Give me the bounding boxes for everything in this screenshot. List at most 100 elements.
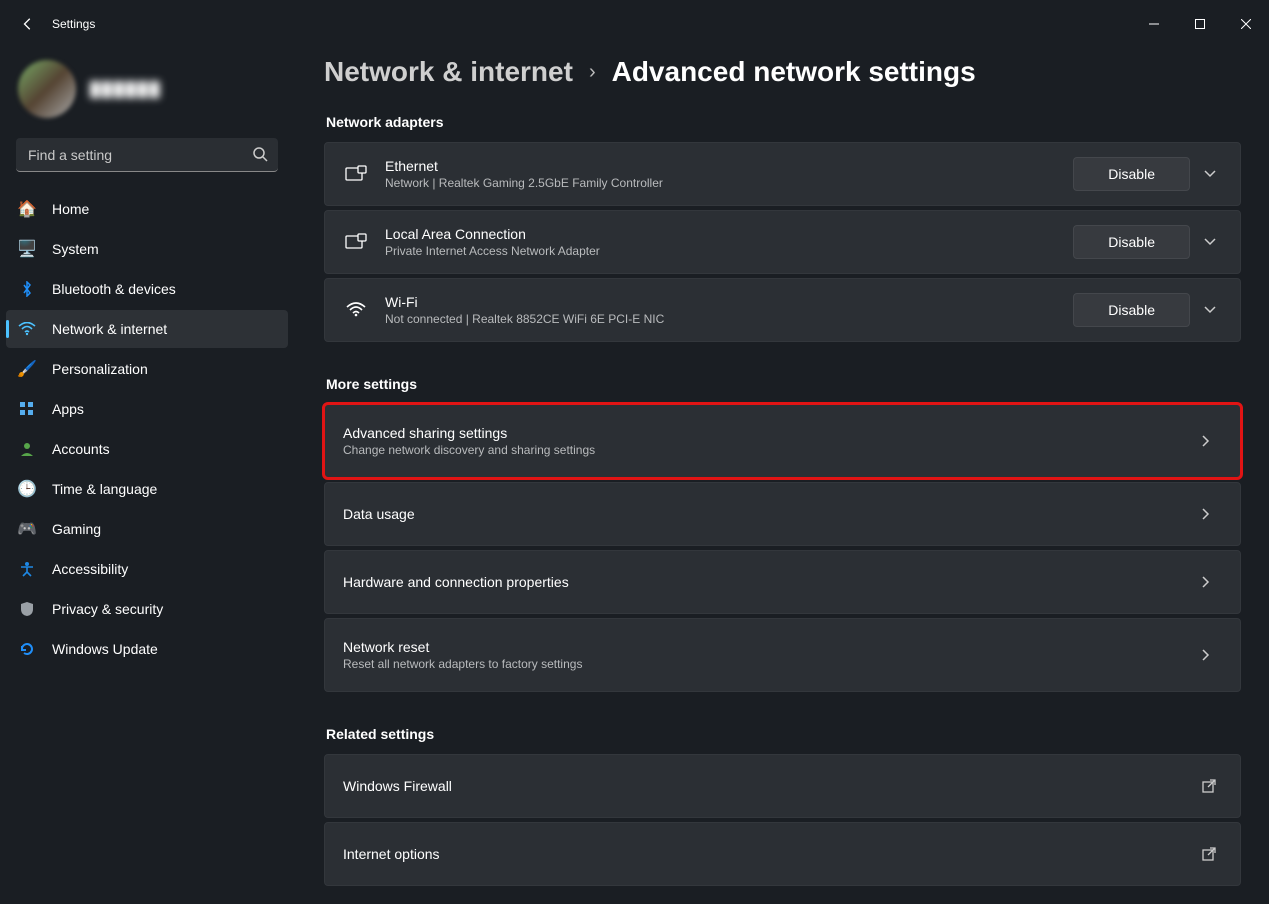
sidebar-item-privacy[interactable]: Privacy & security	[6, 590, 288, 628]
gamepad-icon: 🎮	[18, 520, 36, 538]
sidebar-item-personalization[interactable]: 🖌️ Personalization	[6, 350, 288, 388]
avatar	[18, 60, 76, 118]
chevron-down-icon[interactable]	[1204, 238, 1224, 246]
adapter-title: Ethernet	[385, 158, 1073, 174]
wifi-icon	[18, 320, 36, 338]
related-item-firewall[interactable]: Windows Firewall	[324, 754, 1241, 818]
more-item-subtitle: Change network discovery and sharing set…	[343, 443, 1202, 457]
disable-button[interactable]: Disable	[1073, 293, 1190, 327]
sidebar-item-label: Windows Update	[52, 641, 158, 657]
more-item-network-reset[interactable]: Network reset Reset all network adapters…	[324, 618, 1241, 692]
breadcrumb: Network & internet › Advanced network se…	[324, 56, 1241, 88]
sidebar: ██████ 🏠 Home 🖥️ System Bluetooth & devi…	[0, 48, 300, 904]
chevron-right-icon: ›	[589, 61, 596, 84]
adapter-title: Local Area Connection	[385, 226, 1073, 242]
sidebar-item-accounts[interactable]: Accounts	[6, 430, 288, 468]
wifi-icon	[341, 302, 371, 318]
chevron-down-icon[interactable]	[1204, 170, 1224, 178]
related-item-title: Internet options	[343, 846, 1202, 862]
more-item-advanced-sharing[interactable]: Advanced sharing settings Change network…	[324, 404, 1241, 478]
maximize-button[interactable]	[1177, 8, 1223, 40]
open-external-icon	[1202, 847, 1222, 861]
search-icon	[252, 146, 268, 162]
accessibility-icon	[18, 560, 36, 578]
main-content: Network & internet › Advanced network se…	[300, 48, 1269, 904]
back-button[interactable]	[8, 4, 48, 44]
maximize-icon	[1195, 19, 1205, 29]
close-button[interactable]	[1223, 8, 1269, 40]
person-icon	[18, 440, 36, 458]
sidebar-item-label: Accessibility	[52, 561, 128, 577]
sidebar-item-system[interactable]: 🖥️ System	[6, 230, 288, 268]
bluetooth-icon	[18, 280, 36, 298]
adapter-card-ethernet[interactable]: Ethernet Network | Realtek Gaming 2.5GbE…	[324, 142, 1241, 206]
sidebar-item-label: Gaming	[52, 521, 101, 537]
sidebar-nav: 🏠 Home 🖥️ System Bluetooth & devices Net…	[6, 190, 288, 668]
system-icon: 🖥️	[18, 240, 36, 258]
open-external-icon	[1202, 779, 1222, 793]
adapter-card-lan[interactable]: Local Area Connection Private Internet A…	[324, 210, 1241, 274]
sidebar-item-label: Privacy & security	[52, 601, 163, 617]
sidebar-item-apps[interactable]: Apps	[6, 390, 288, 428]
adapter-card-wifi[interactable]: Wi-Fi Not connected | Realtek 8852CE WiF…	[324, 278, 1241, 342]
sidebar-item-gaming[interactable]: 🎮 Gaming	[6, 510, 288, 548]
adapter-subtitle: Private Internet Access Network Adapter	[385, 244, 1073, 258]
page-title: Advanced network settings	[612, 56, 976, 88]
adapter-subtitle: Network | Realtek Gaming 2.5GbE Family C…	[385, 176, 1073, 190]
sidebar-item-accessibility[interactable]: Accessibility	[6, 550, 288, 588]
sidebar-item-label: Home	[52, 201, 89, 217]
more-item-hardware-properties[interactable]: Hardware and connection properties	[324, 550, 1241, 614]
apps-icon	[18, 400, 36, 418]
update-icon	[18, 640, 36, 658]
close-icon	[1241, 19, 1251, 29]
chevron-right-icon	[1202, 435, 1222, 447]
arrow-left-icon	[21, 17, 35, 31]
chevron-right-icon	[1202, 508, 1222, 520]
section-heading-related: Related settings	[326, 726, 1241, 742]
ethernet-icon	[341, 165, 371, 183]
search-input[interactable]	[16, 138, 278, 172]
search-box[interactable]	[16, 138, 278, 172]
home-icon: 🏠	[18, 200, 36, 218]
disable-button[interactable]: Disable	[1073, 225, 1190, 259]
window-controls	[1131, 8, 1269, 40]
minimize-icon	[1149, 19, 1159, 29]
more-item-title: Advanced sharing settings	[343, 425, 1202, 441]
chevron-right-icon	[1202, 576, 1222, 588]
chevron-right-icon	[1202, 649, 1222, 661]
clock-globe-icon: 🕒	[18, 480, 36, 498]
related-item-internet-options[interactable]: Internet options	[324, 822, 1241, 886]
profile-block[interactable]: ██████	[6, 48, 288, 138]
more-item-data-usage[interactable]: Data usage	[324, 482, 1241, 546]
sidebar-item-update[interactable]: Windows Update	[6, 630, 288, 668]
sidebar-item-home[interactable]: 🏠 Home	[6, 190, 288, 228]
minimize-button[interactable]	[1131, 8, 1177, 40]
more-item-title: Data usage	[343, 506, 1202, 522]
ethernet-icon	[341, 233, 371, 251]
related-item-title: Windows Firewall	[343, 778, 1202, 794]
profile-name: ██████	[90, 81, 162, 97]
sidebar-item-label: Personalization	[52, 361, 148, 377]
sidebar-item-label: Apps	[52, 401, 84, 417]
disable-button[interactable]: Disable	[1073, 157, 1190, 191]
sidebar-item-label: Network & internet	[52, 321, 167, 337]
titlebar: Settings	[0, 0, 1269, 48]
more-item-title: Hardware and connection properties	[343, 574, 1202, 590]
chevron-down-icon[interactable]	[1204, 306, 1224, 314]
sidebar-item-label: Time & language	[52, 481, 157, 497]
window-title: Settings	[52, 17, 95, 31]
sidebar-item-label: Accounts	[52, 441, 110, 457]
sidebar-item-label: Bluetooth & devices	[52, 281, 176, 297]
sidebar-item-bluetooth[interactable]: Bluetooth & devices	[6, 270, 288, 308]
adapter-subtitle: Not connected | Realtek 8852CE WiFi 6E P…	[385, 312, 1073, 326]
breadcrumb-parent[interactable]: Network & internet	[324, 56, 573, 88]
sidebar-item-label: System	[52, 241, 99, 257]
sidebar-item-network[interactable]: Network & internet	[6, 310, 288, 348]
sidebar-item-time[interactable]: 🕒 Time & language	[6, 470, 288, 508]
section-heading-more: More settings	[326, 376, 1241, 392]
shield-icon	[18, 600, 36, 618]
paintbrush-icon: 🖌️	[18, 360, 36, 378]
section-heading-adapters: Network adapters	[326, 114, 1241, 130]
more-item-subtitle: Reset all network adapters to factory se…	[343, 657, 1202, 671]
more-item-title: Network reset	[343, 639, 1202, 655]
